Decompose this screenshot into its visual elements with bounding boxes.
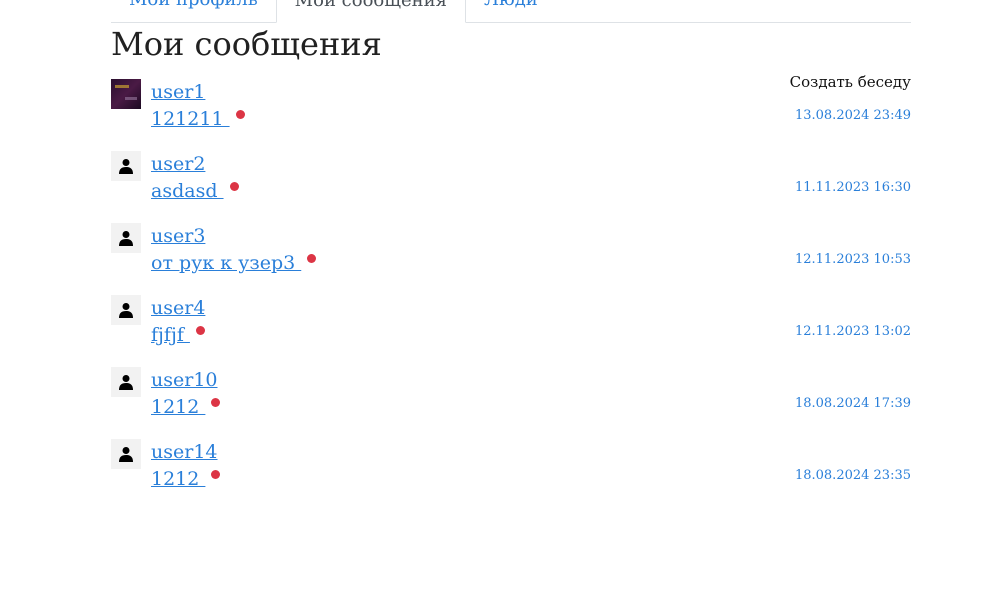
conversation-item-user2[interactable]: user2 asdasd 11.11.2023 16:30	[111, 151, 911, 223]
message-line: 121211	[151, 107, 245, 131]
conversation-username[interactable]: user3	[151, 224, 205, 248]
user-icon	[119, 303, 133, 318]
tab-people[interactable]: Люди	[466, 0, 556, 22]
unread-indicator-icon	[211, 470, 221, 479]
avatar[interactable]	[111, 367, 141, 397]
conversation-timestamp: 18.08.2024 17:39	[794, 396, 911, 411]
message-line: asdasd	[151, 179, 239, 203]
avatar[interactable]	[111, 151, 141, 181]
message-line: fjfjf	[151, 323, 205, 347]
unread-indicator-icon	[195, 326, 205, 335]
conversation-last-message[interactable]: 1212	[151, 467, 205, 491]
conversation-last-message[interactable]: 121211	[151, 107, 230, 131]
avatar[interactable]	[111, 79, 141, 109]
tab-my-profile[interactable]: Мой профиль	[111, 0, 276, 22]
conversation-item-user14[interactable]: user14 1212 18.08.2024 23:35	[111, 439, 911, 511]
tab-my-messages[interactable]: Мои сообщения	[275, 0, 466, 23]
conversation-username[interactable]: user14	[151, 440, 218, 464]
profile-tabs: Мой профиль Мои сообщения Люди	[111, 0, 911, 23]
conversation-item-user4[interactable]: user4 fjfjf 12.11.2023 13:02	[111, 295, 911, 367]
unread-indicator-icon	[229, 182, 239, 191]
user-icon	[119, 375, 133, 390]
message-line: 1212	[151, 467, 221, 491]
conversation-list: user1 121211 13.08.2024 23:49 user2 asda…	[111, 79, 911, 511]
conversation-item-user3[interactable]: user3 от рук к узер3 12.11.2023 10:53	[111, 223, 911, 295]
conversation-last-message[interactable]: fjfjf	[151, 323, 190, 347]
user-icon	[119, 159, 133, 174]
conversation-timestamp: 12.11.2023 13:02	[794, 324, 911, 339]
avatar[interactable]	[111, 295, 141, 325]
avatar[interactable]	[111, 439, 141, 469]
conversation-last-message[interactable]: asdasd	[151, 179, 224, 203]
avatar[interactable]	[111, 223, 141, 253]
conversation-timestamp: 11.11.2023 16:30	[794, 180, 911, 195]
user-icon	[119, 231, 133, 246]
conversation-username[interactable]: user4	[151, 296, 205, 320]
unread-indicator-icon	[211, 398, 221, 407]
conversation-username[interactable]: user10	[151, 368, 218, 392]
conversation-timestamp: 18.08.2024 23:35	[794, 468, 911, 483]
message-line: от рук к узер3	[151, 251, 317, 275]
unread-indicator-icon	[235, 110, 245, 119]
user-icon	[119, 447, 133, 462]
conversation-item-user10[interactable]: user10 1212 18.08.2024 17:39	[111, 367, 911, 439]
conversation-item-user1[interactable]: user1 121211 13.08.2024 23:49	[111, 79, 911, 151]
conversation-username[interactable]: user2	[151, 152, 205, 176]
unread-indicator-icon	[307, 254, 317, 263]
conversation-timestamp: 12.11.2023 10:53	[794, 252, 911, 267]
conversation-last-message[interactable]: 1212	[151, 395, 205, 419]
message-line: 1212	[151, 395, 221, 419]
conversation-username[interactable]: user1	[151, 80, 205, 104]
page-title: Мои сообщения	[111, 25, 382, 63]
conversation-last-message[interactable]: от рук к узер3	[151, 251, 301, 275]
conversation-timestamp: 13.08.2024 23:49	[794, 108, 911, 123]
